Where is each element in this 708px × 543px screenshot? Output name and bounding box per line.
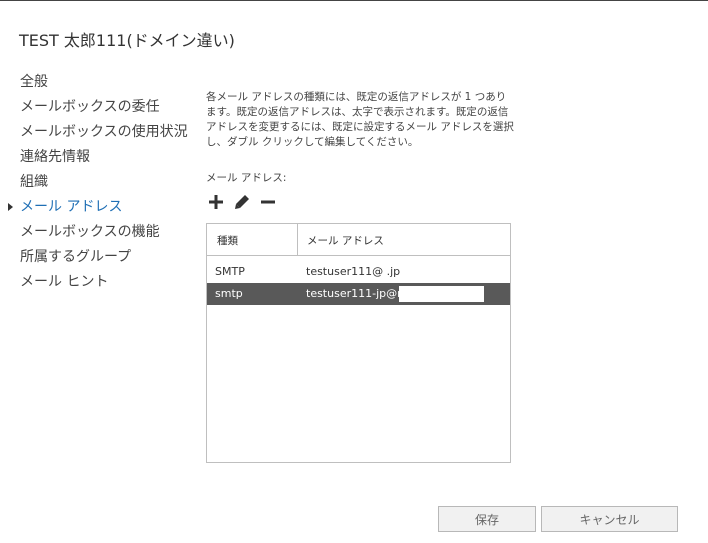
remove-button[interactable] <box>258 192 278 212</box>
cancel-button[interactable]: キャンセル <box>541 506 678 532</box>
email-address-label: メール アドレス: <box>206 172 287 184</box>
sidebar-nav: 全般 メールボックスの委任 メールボックスの使用状況 連絡先情報 組織 メール … <box>8 72 188 297</box>
column-header-address[interactable]: メール アドレス <box>307 233 384 248</box>
pencil-icon <box>235 195 249 209</box>
nav-item-general[interactable]: 全般 <box>20 72 188 97</box>
minus-icon <box>261 200 275 204</box>
nav-item-organization[interactable]: 組織 <box>20 172 188 197</box>
active-arrow-icon <box>8 203 13 211</box>
row-address: testuser111@ .jp <box>306 265 401 278</box>
add-button[interactable] <box>206 192 226 212</box>
plus-icon <box>209 195 223 209</box>
nav-item-mail-tip[interactable]: メール ヒント <box>20 272 188 297</box>
dialog-title: TEST 太郎111(ドメイン違い) <box>19 31 235 50</box>
column-divider <box>297 224 298 255</box>
grid-header: 種類 メール アドレス <box>207 224 510 256</box>
table-row-selected[interactable]: smtp testuser111-jp@r .o... <box>207 283 510 305</box>
nav-item-mailbox-delegation[interactable]: メールボックスの委任 <box>20 97 188 122</box>
nav-item-label: メール アドレス <box>20 199 123 215</box>
save-button[interactable]: 保存 <box>438 506 536 532</box>
nav-item-mailbox-features[interactable]: メールボックスの機能 <box>20 222 188 247</box>
column-header-type[interactable]: 種類 <box>217 233 238 248</box>
row-type: SMTP <box>215 265 245 278</box>
row-type: smtp <box>215 287 243 300</box>
address-toolbar <box>206 192 278 212</box>
nav-item-email-address[interactable]: メール アドレス <box>8 197 188 222</box>
nav-item-mailbox-usage[interactable]: メールボックスの使用状況 <box>20 122 188 147</box>
table-row[interactable]: SMTP testuser111@ .jp <box>207 261 510 283</box>
description-text: 各メール アドレスの種類には、既定の返信アドレスが 1 つあります。既定の返信ア… <box>206 91 514 148</box>
nav-item-member-of[interactable]: 所属するグループ <box>20 247 188 272</box>
redaction-box <box>399 286 484 302</box>
edit-button[interactable] <box>232 192 252 212</box>
top-border <box>0 0 708 1</box>
nav-item-contact-info[interactable]: 連絡先情報 <box>20 147 188 172</box>
email-address-grid: 種類 メール アドレス SMTP testuser111@ .jp smtp t… <box>206 223 511 463</box>
